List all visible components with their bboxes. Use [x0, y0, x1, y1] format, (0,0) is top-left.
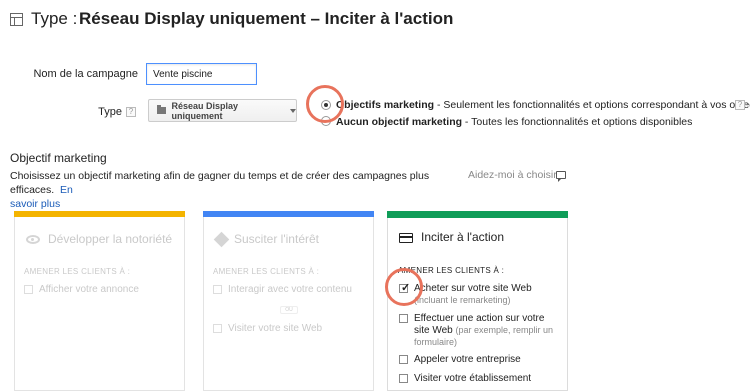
checkbox-label: Visiter votre établissement [414, 373, 532, 384]
type-dropdown-value: Réseau Display uniquement [171, 100, 239, 121]
card-drive-interest[interactable]: Susciter l'intérêt AMENER LES CLIENTS À … [203, 211, 374, 391]
card-title: Développer la notoriété [48, 232, 173, 246]
card-color-bar [387, 211, 568, 218]
checkbox-note: (incluant le remarketing) [414, 295, 511, 305]
checkbox-call-business[interactable] [399, 355, 408, 364]
checkbox-label: Afficher votre annonce [39, 284, 139, 295]
checkbox-label: Acheter sur votre site Web [414, 283, 532, 294]
radio-no-objective-label[interactable]: Aucun objectif marketing - Toutes les fo… [336, 116, 692, 128]
highlight-circle-checkbox [385, 268, 423, 306]
checkbox-label: Effectuer une action sur votre [414, 313, 545, 324]
header-type-label: Type : [31, 9, 78, 28]
radio-marketing-objectives-label[interactable]: Objectifs marketing - Seulement les fonc… [336, 99, 750, 111]
credit-card-icon [399, 233, 413, 243]
checkbox-visit-store[interactable] [399, 374, 408, 383]
card-color-bar [14, 211, 185, 217]
help-me-choose-link[interactable]: Aidez-moi à choisir [468, 169, 557, 181]
checkbox-label: Appeler votre entreprise [414, 354, 521, 365]
checkbox-note: formulaire) [414, 337, 458, 347]
chevron-down-icon [290, 108, 296, 113]
learn-more-link[interactable]: savoir plus [10, 198, 60, 210]
checkbox-visit-website[interactable] [213, 324, 222, 333]
type-dropdown[interactable]: Réseau Display uniquement [148, 99, 297, 122]
folder-icon [157, 105, 166, 114]
checkbox-label: Interagir avec votre contenu [228, 284, 352, 295]
card-color-bar [203, 211, 374, 217]
highlight-circle-radio [306, 85, 344, 123]
marketing-objectives-help-icon[interactable]: ? [735, 100, 745, 110]
page-title: Réseau Display uniquement – Inciter à l'… [79, 9, 454, 28]
checkbox-website-action[interactable] [399, 314, 408, 323]
feedback-icon[interactable] [556, 171, 566, 182]
checkbox-label-line2: site Web (par exemple, remplir un [414, 325, 554, 336]
campaign-name-input[interactable] [146, 63, 257, 85]
campaign-type-icon [10, 13, 23, 26]
campaign-name-label: Nom de la campagne [33, 68, 138, 80]
checkbox-show-ad[interactable] [24, 285, 33, 294]
type-help-icon[interactable]: ? [126, 107, 136, 117]
type-label: Type [98, 106, 122, 118]
or-badge: OU [280, 306, 298, 314]
card-title: Susciter l'intérêt [234, 232, 319, 246]
checkbox-label: Visiter votre site Web [228, 323, 323, 334]
card-title: Inciter à l'action [421, 230, 504, 244]
objective-description: Choisissez un objectif marketing afin de… [10, 170, 430, 210]
eye-icon [26, 235, 40, 244]
card-build-awareness[interactable]: Développer la notoriété AMENER LES CLIEN… [14, 211, 185, 391]
learn-more-link-en[interactable]: En [60, 184, 73, 196]
card-subtitle: AMENER LES CLIENTS À : [213, 267, 320, 276]
checkbox-engage-content[interactable] [213, 285, 222, 294]
card-subtitle: AMENER LES CLIENTS À : [24, 267, 131, 276]
directions-icon [213, 231, 230, 248]
objective-heading: Objectif marketing [10, 151, 107, 165]
